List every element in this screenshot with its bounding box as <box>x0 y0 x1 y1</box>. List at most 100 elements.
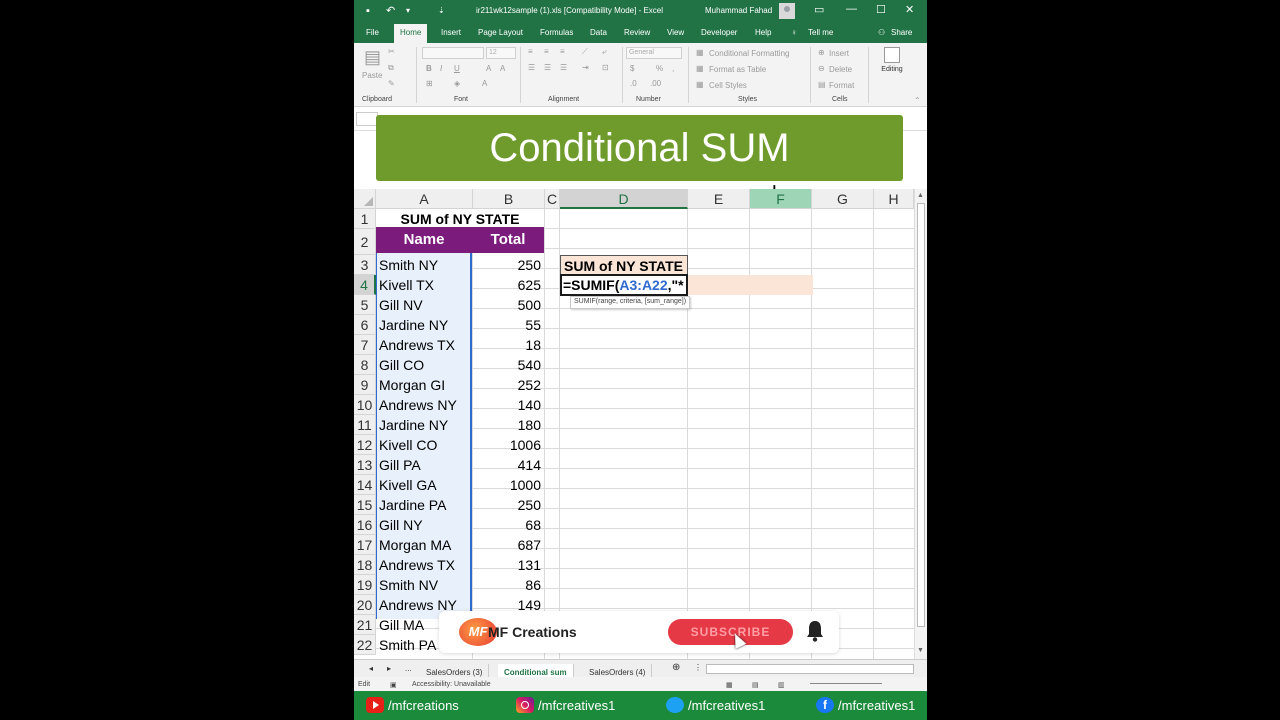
save-icon[interactable]: ▪ <box>366 5 370 17</box>
total-cell[interactable]: 55 <box>472 315 544 335</box>
name-cell[interactable]: Kivell GA <box>376 475 472 495</box>
row-header[interactable]: 2 <box>354 229 376 255</box>
font-size-box[interactable]: 12 <box>486 47 516 59</box>
align-center-icon[interactable]: ☰ <box>544 63 551 72</box>
bold-icon[interactable]: B <box>426 64 432 73</box>
row-header[interactable]: 7 <box>354 335 376 355</box>
align-right-icon[interactable]: ☰ <box>560 63 567 72</box>
row-header[interactable]: 10 <box>354 395 376 415</box>
cell-styles-icon[interactable]: ▦ <box>696 80 704 89</box>
row-header[interactable]: 17 <box>354 535 376 555</box>
row-header[interactable]: 19 <box>354 575 376 595</box>
row-header[interactable]: 6 <box>354 315 376 335</box>
undo-icon[interactable]: ↶ <box>386 5 395 17</box>
format-as-table-button[interactable]: Format as Table <box>709 65 766 74</box>
delete-cells-button[interactable]: Delete <box>829 65 852 74</box>
collapse-ribbon-icon[interactable]: ⌃ <box>914 96 921 105</box>
splitter-icon[interactable]: ⋮ <box>694 663 702 672</box>
prev-sheet-icon[interactable]: ◂ <box>369 664 373 673</box>
total-cell[interactable]: 250 <box>472 495 544 515</box>
tab-developer[interactable]: Developer <box>701 28 737 37</box>
row-header[interactable]: 12 <box>354 435 376 455</box>
total-cell[interactable]: 180 <box>472 415 544 435</box>
paste-label[interactable]: Paste <box>362 71 382 80</box>
col-header-h[interactable]: H <box>874 189 914 209</box>
facebook-link[interactable]: f /mfcreatives1 <box>816 697 915 713</box>
zoom-slider[interactable] <box>810 683 882 684</box>
cell-styles-button[interactable]: Cell Styles <box>709 81 747 90</box>
row-header[interactable]: 20 <box>354 595 376 615</box>
tab-help[interactable]: Help <box>755 28 771 37</box>
user-name[interactable]: Muhammad Fahad <box>705 6 772 15</box>
tab-review[interactable]: Review <box>624 28 650 37</box>
delete-cells-icon[interactable]: ⊖ <box>818 64 825 73</box>
header-name-cell[interactable]: Name <box>376 227 472 253</box>
borders-icon[interactable]: ⊞ <box>426 79 433 88</box>
row-header[interactable]: 13 <box>354 455 376 475</box>
bell-icon[interactable] <box>805 620 825 642</box>
row-header[interactable]: 3 <box>354 255 376 275</box>
more-sheets[interactable]: ... <box>405 664 412 673</box>
youtube-link[interactable]: /mfcreations <box>366 697 459 713</box>
total-cell[interactable]: 625 <box>472 275 544 295</box>
align-middle-icon[interactable]: ≡ <box>544 47 549 56</box>
col-header-b[interactable]: B <box>473 189 545 209</box>
total-cell[interactable]: 18 <box>472 335 544 355</box>
name-cell[interactable]: Andrews TX <box>376 335 472 355</box>
font-name-box[interactable] <box>422 47 484 59</box>
decrease-decimal-icon[interactable]: .00 <box>650 79 661 88</box>
row-header[interactable]: 14 <box>354 475 376 495</box>
total-cell[interactable]: 131 <box>472 555 544 575</box>
macro-icon[interactable]: ▣ <box>390 681 397 689</box>
select-all-button[interactable] <box>354 189 376 209</box>
row-header[interactable]: 16 <box>354 515 376 535</box>
tab-insert[interactable]: Insert <box>441 28 461 37</box>
tab-formulas[interactable]: Formulas <box>540 28 573 37</box>
total-cell[interactable]: 86 <box>472 575 544 595</box>
d3-label-cell[interactable]: SUM of NY STATE <box>560 255 688 275</box>
total-cell[interactable]: 414 <box>472 455 544 475</box>
paste-icon[interactable]: ▤ <box>364 47 381 68</box>
format-cells-button[interactable]: Format <box>829 81 854 90</box>
conditional-formatting-button[interactable]: Conditional Formatting <box>709 49 789 58</box>
dropdown-icon[interactable]: ▾ <box>406 5 410 17</box>
active-formula-cell[interactable]: =SUMIF(A3:A22,"* <box>560 274 688 296</box>
name-cell[interactable]: Kivell TX <box>376 275 472 295</box>
row-header[interactable]: 4 <box>354 275 376 295</box>
increase-font-icon[interactable]: A <box>486 64 491 73</box>
tell-me-search[interactable]: Tell me <box>808 28 833 37</box>
fill-color-icon[interactable]: ◈ <box>454 79 460 88</box>
total-cell[interactable]: 540 <box>472 355 544 375</box>
tab-file[interactable]: File <box>366 28 379 37</box>
align-left-icon[interactable]: ☰ <box>528 63 535 72</box>
comma-icon[interactable]: , <box>672 64 674 73</box>
close-icon[interactable]: ✕ <box>905 3 914 16</box>
name-cell[interactable]: Morgan MA <box>376 535 472 555</box>
name-cell[interactable]: Jardine NY <box>376 415 472 435</box>
minimize-icon[interactable]: — <box>846 3 857 15</box>
total-cell[interactable]: 1006 <box>472 435 544 455</box>
share-button[interactable]: Share <box>891 28 912 37</box>
format-cells-icon[interactable]: ▤ <box>818 80 826 89</box>
worksheet-grid[interactable]: A B C D E F G H 1 2 3 4 5 6 7 8 9 10 11 12 13 14 15 16 1… <box>354 189 914 659</box>
twitter-link[interactable]: /mfcreatives1 <box>666 697 765 713</box>
name-cell[interactable]: Andrews NY <box>376 395 472 415</box>
scroll-up-icon[interactable]: ▲ <box>917 192 924 199</box>
name-cell[interactable]: Kivell CO <box>376 435 472 455</box>
name-cell[interactable]: Morgan GI <box>376 375 472 395</box>
increase-decimal-icon[interactable]: .0 <box>630 79 637 88</box>
name-cell[interactable]: Gill NV <box>376 295 472 315</box>
insert-cells-icon[interactable]: ⊕ <box>818 48 825 57</box>
tab-view[interactable]: View <box>667 28 684 37</box>
name-cell[interactable]: Gill PA <box>376 455 472 475</box>
name-cell[interactable]: Andrews TX <box>376 555 472 575</box>
ribbon-display-icon[interactable]: ▭ <box>814 3 824 16</box>
add-sheet-icon[interactable]: ⊕ <box>672 662 680 673</box>
name-cell[interactable]: Jardine PA <box>376 495 472 515</box>
total-cell[interactable]: 252 <box>472 375 544 395</box>
row-header[interactable]: 1 <box>354 209 376 229</box>
col-header-a[interactable]: A <box>376 189 473 209</box>
name-cell[interactable]: Jardine NY <box>376 315 472 335</box>
horizontal-scrollbar[interactable] <box>706 664 914 674</box>
normal-view-icon[interactable]: ▦ <box>726 681 733 689</box>
